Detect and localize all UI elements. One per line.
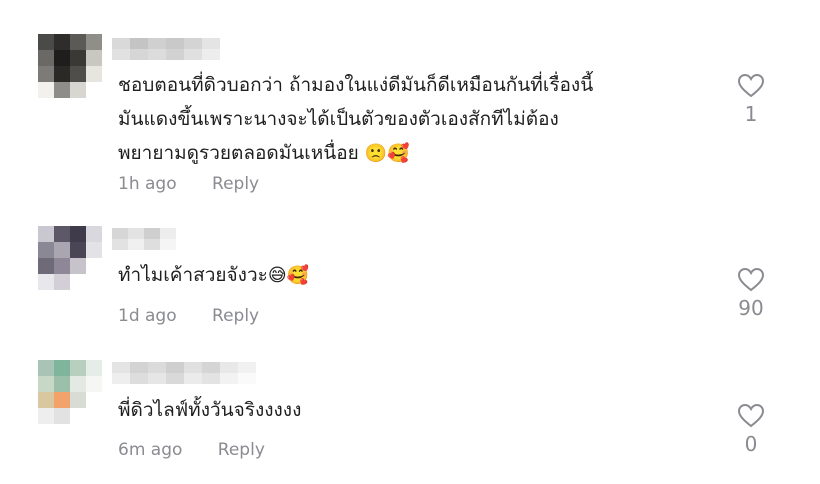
comment-meta: 1d ago Reply	[118, 306, 259, 326]
like-count: 0	[744, 432, 758, 456]
reply-button[interactable]: Reply	[212, 306, 259, 326]
like-count: 1	[744, 102, 758, 126]
heart-outline-icon	[738, 404, 764, 428]
username-blurred[interactable]	[112, 228, 176, 250]
avatar[interactable]	[38, 34, 102, 98]
timestamp: 6m ago	[118, 440, 183, 460]
emoji: 🙁🥰	[364, 143, 410, 164]
comment-line: มันแดงขึ้นเพราะนางจะได้เป็นตัวของตัวเองส…	[118, 108, 559, 130]
reply-button[interactable]: Reply	[218, 440, 265, 460]
comment-text: ทำไมเค้าสวยจังวะ😅🥰	[118, 258, 708, 293]
heart-outline-icon	[738, 268, 764, 292]
reply-button[interactable]: Reply	[212, 174, 259, 194]
comment-line: พี่ดิวไลฟ์ทั้งวันจริงงงงง	[118, 399, 302, 421]
timestamp: 1d ago	[118, 306, 177, 326]
comment-line-last: ทำไมเค้าสวยจังวะ😅🥰	[118, 258, 708, 293]
comment-line: ชอบตอนที่ดิวบอกว่า ถ้ามองในแง่ดีมันก็ดีเ…	[118, 74, 594, 96]
emoji: 😅🥰	[267, 265, 310, 286]
comment-line: พยายามดูรวยตลอดมันเหนื่อย	[118, 142, 359, 164]
like-button[interactable]: 0	[728, 404, 774, 456]
comment-text: ชอบตอนที่ดิวบอกว่า ถ้ามองในแง่ดีมันก็ดีเ…	[118, 68, 708, 171]
comment-line-last: พยายามดูรวยตลอดมันเหนื่อย 🙁🥰	[118, 136, 708, 171]
timestamp: 1h ago	[118, 174, 177, 194]
like-button[interactable]: 1	[728, 74, 774, 126]
like-button[interactable]: 90	[728, 268, 774, 320]
like-count: 90	[738, 296, 764, 320]
comment-meta: 6m ago Reply	[118, 440, 265, 460]
comment-meta: 1h ago Reply	[118, 174, 259, 194]
username-blurred[interactable]	[112, 362, 256, 384]
comment-text: พี่ดิวไลฟ์ทั้งวันจริงงงงง	[118, 393, 708, 427]
heart-outline-icon	[738, 74, 764, 98]
avatar[interactable]	[38, 360, 102, 424]
username-blurred[interactable]	[112, 38, 220, 60]
avatar[interactable]	[38, 226, 102, 290]
comment-line: ทำไมเค้าสวยจังวะ	[118, 264, 268, 286]
